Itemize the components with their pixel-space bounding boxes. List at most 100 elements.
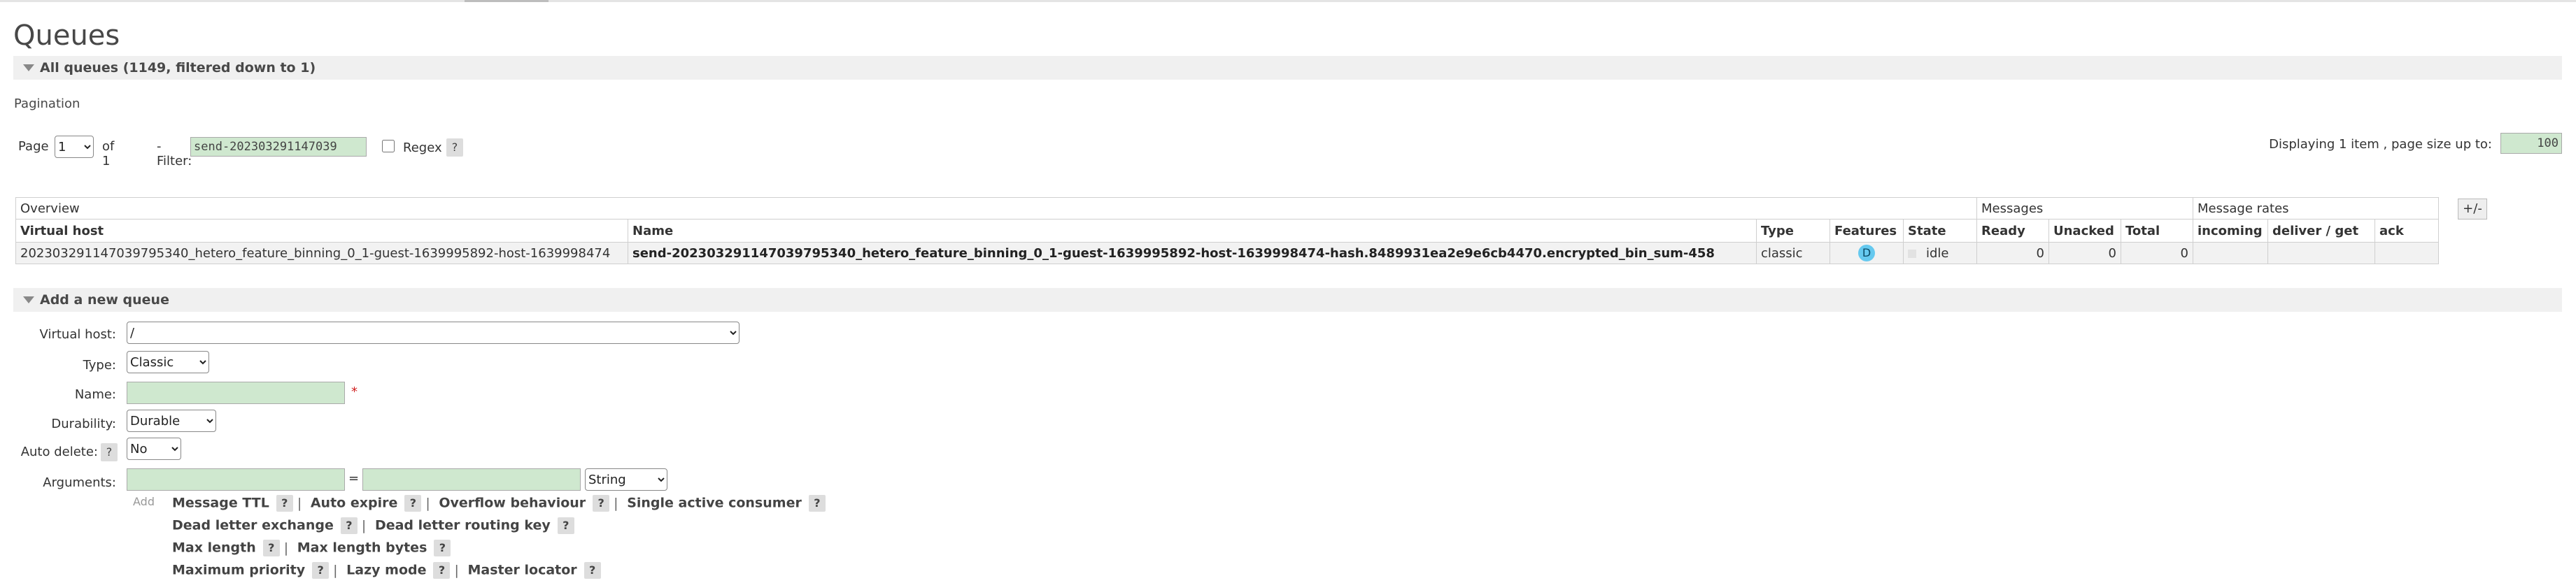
arg-max-length[interactable]: Max length: [172, 540, 256, 556]
row-deliver-get: [2267, 242, 2375, 264]
col-unacked[interactable]: Unacked: [2048, 219, 2121, 243]
arg-help-button[interactable]: ?: [583, 562, 601, 579]
arg-lazy-mode[interactable]: Lazy mode: [346, 563, 426, 578]
page-title: Queues: [13, 20, 120, 52]
idle-state-icon: [1908, 249, 1916, 258]
col-deliver-get[interactable]: deliver / get: [2267, 219, 2375, 243]
required-mark: *: [351, 384, 358, 399]
page-label: Page: [18, 139, 49, 154]
col-name[interactable]: Name: [628, 219, 1757, 243]
arg-maximum-priority[interactable]: Maximum priority: [172, 563, 305, 578]
argument-shortcuts-line-2: Dead letter exchange? | Dead letter routi…: [172, 517, 574, 534]
vhost-row: Virtual host:: [0, 323, 116, 347]
arg-separator: |: [614, 495, 618, 511]
all-queues-title: All queues (1149, filtered down to 1): [40, 60, 316, 75]
arg-help-button[interactable]: ?: [312, 562, 330, 579]
page-size-input[interactable]: [2500, 133, 2562, 154]
arg-help-button[interactable]: ?: [593, 495, 610, 512]
arg-help-button[interactable]: ?: [433, 562, 451, 579]
equals-sign: =: [348, 471, 360, 486]
of-pages-label: of 1: [102, 139, 115, 168]
columns-toggle-button[interactable]: +/-: [2458, 199, 2487, 219]
add-argument-label: Add: [133, 495, 155, 508]
add-queue-title: Add a new queue: [40, 292, 169, 308]
row-total: 0: [2121, 242, 2193, 264]
row-ready: 0: [1976, 242, 2049, 264]
arg-help-button[interactable]: ?: [434, 540, 451, 556]
row-virtual-host: 202303291147039795340_hetero_feature_bin…: [15, 242, 628, 264]
arg-separator: |: [425, 495, 430, 511]
active-tab-indicator: [465, 0, 549, 2]
arg-auto-expire[interactable]: Auto expire: [311, 496, 398, 511]
name-label: Name:: [74, 387, 116, 402]
col-total[interactable]: Total: [2121, 219, 2193, 243]
col-features[interactable]: Features: [1830, 219, 1904, 243]
filter-label: - Filter:: [157, 139, 192, 168]
arg-separator: |: [361, 517, 367, 533]
col-type[interactable]: Type: [1756, 219, 1830, 243]
collapse-triangle-icon: [23, 296, 34, 303]
auto-delete-label: Auto delete:: [20, 445, 98, 459]
name-row: Name:: [0, 383, 116, 407]
queue-name-input[interactable]: [127, 382, 345, 404]
pagination-label: Pagination: [14, 96, 80, 111]
add-queue-section-toggle[interactable]: Add a new queue: [13, 288, 2562, 312]
regex-help-button[interactable]: ?: [446, 138, 463, 157]
arguments-label: Arguments:: [43, 475, 116, 490]
row-state-label: idle: [1926, 245, 1949, 261]
argument-type-select[interactable]: String: [585, 468, 667, 491]
arg-help-button[interactable]: ?: [276, 495, 293, 512]
arg-dead-letter-routing-key[interactable]: Dead letter routing key: [375, 518, 551, 533]
arg-help-button[interactable]: ?: [808, 495, 826, 512]
row-features: D: [1830, 242, 1904, 264]
arg-separator: |: [333, 562, 338, 578]
arg-message-ttl[interactable]: Message TTL: [172, 496, 269, 511]
regex-label: Regex: [403, 141, 442, 155]
row-unacked: 0: [2048, 242, 2121, 264]
col-virtual-host[interactable]: Virtual host: [15, 219, 628, 243]
arg-help-button[interactable]: ?: [262, 540, 280, 556]
type-row: Type:: [0, 354, 116, 377]
collapse-triangle-icon: [23, 64, 34, 71]
col-ready[interactable]: Ready: [1976, 219, 2049, 243]
argument-shortcuts-line-1: Message TTL? | Auto expire? | Overflow beh…: [172, 495, 826, 512]
arg-overflow-behaviour[interactable]: Overflow behaviour: [439, 496, 586, 511]
row-type: classic: [1756, 242, 1830, 264]
all-queues-section-toggle[interactable]: All queues (1149, filtered down to 1): [13, 56, 2562, 80]
regex-checkbox[interactable]: [382, 140, 395, 152]
argument-shortcuts-line-4: Maximum priority? | Lazy mode? | Master lo…: [172, 562, 601, 579]
col-incoming[interactable]: incoming: [2193, 219, 2268, 243]
page-select[interactable]: 1: [55, 136, 94, 158]
filter-input[interactable]: [190, 137, 367, 157]
vhost-select[interactable]: /: [127, 322, 739, 344]
argument-value-input[interactable]: [362, 468, 581, 491]
col-ack[interactable]: ack: [2375, 219, 2439, 243]
table-row[interactable]: 202303291147039795340_hetero_feature_bin…: [15, 242, 2439, 264]
col-state[interactable]: State: [1903, 219, 1977, 243]
arg-max-length-bytes[interactable]: Max length bytes: [297, 540, 427, 556]
durability-label: Durability:: [51, 417, 116, 431]
displaying-label: Displaying 1 item , page size up to:: [2269, 137, 2492, 152]
messages-group-header: Messages: [1976, 197, 2193, 219]
arg-master-locator[interactable]: Master locator: [468, 563, 577, 578]
arguments-row: Arguments:: [0, 471, 116, 495]
durable-feature-badge: D: [1858, 245, 1875, 261]
arg-dead-letter-exchange[interactable]: Dead letter exchange: [172, 518, 334, 533]
top-nav-underline: [0, 0, 2576, 2]
type-select[interactable]: Classic: [127, 351, 209, 373]
auto-delete-help-button[interactable]: ?: [101, 443, 118, 461]
overview-group-header: Overview: [15, 197, 1977, 219]
auto-delete-select[interactable]: No: [127, 438, 181, 460]
type-label: Type:: [83, 358, 116, 373]
arg-help-button[interactable]: ?: [557, 517, 574, 534]
row-ack: [2375, 242, 2439, 264]
argument-key-input[interactable]: [127, 468, 345, 491]
arg-help-button[interactable]: ?: [340, 517, 358, 534]
arg-single-active-consumer[interactable]: Single active consumer: [627, 496, 802, 511]
durability-select[interactable]: Durable: [127, 410, 216, 432]
arg-help-button[interactable]: ?: [404, 495, 422, 512]
row-state: idle: [1903, 242, 1977, 264]
queue-name-link[interactable]: send-202303291147039795340_hetero_featur…: [628, 242, 1757, 264]
argument-shortcuts-line-3: Max length? | Max length bytes?: [172, 540, 451, 556]
vhost-label: Virtual host:: [39, 327, 116, 342]
